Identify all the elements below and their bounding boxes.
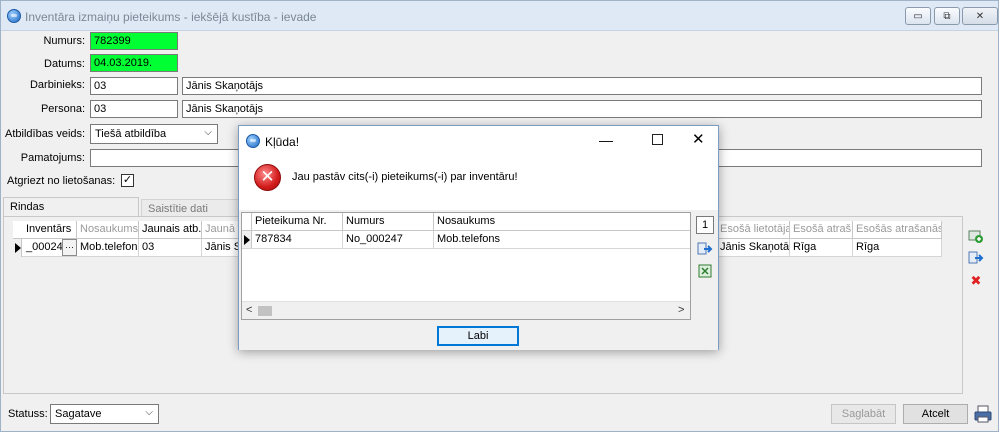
persona-label: Persona: — [40, 103, 85, 115]
col-jauna-at[interactable]: Jaunā at... — [202, 221, 242, 239]
minimize-button[interactable]: — — [599, 132, 613, 148]
current-row-indicator-icon — [244, 235, 250, 245]
cell-jaunais-atb[interactable]: 03 — [139, 239, 202, 256]
grid-corner — [242, 213, 252, 231]
lookup-ellipsis-button[interactable]: ··· — [62, 239, 77, 256]
conflict-grid: Pieteikuma Nr. Numurs Nosaukums 787834 N… — [241, 212, 691, 320]
darbinieks-label: Darbinieks: — [29, 79, 85, 91]
atbildibas-veids-value: Tiešā atbildība — [95, 128, 167, 140]
ok-button[interactable]: Labi — [437, 326, 519, 346]
atgriezt-label: Atgriezt no lietošanas: — [7, 175, 116, 187]
error-message: Jau pastāv cits(-i) pieteikums(-i) par i… — [292, 171, 518, 183]
datums-field[interactable]: 04.03.2019. — [90, 54, 178, 72]
numurs-label: Numurs: — [43, 35, 85, 47]
chevron-down-icon: ⌵ — [204, 127, 212, 138]
col-nosaukums[interactable]: Nosaukums — [77, 221, 139, 239]
row-count-badge: 1 — [696, 216, 714, 234]
tab-rindas[interactable]: Rindas — [3, 197, 139, 217]
dialog-message-area: ✕ Jau pastāv cits(-i) pieteikums(-i) par… — [239, 156, 718, 210]
pamatojums-label: Pamatojums: — [20, 152, 85, 164]
title-bar: Inventāra izmaiņu pieteikums - iekšējā k… — [1, 1, 998, 31]
app-globe-icon — [7, 9, 21, 23]
cancel-button[interactable]: Atcelt — [903, 404, 968, 424]
print-icon[interactable] — [973, 404, 993, 424]
col-esosa-lietotaja[interactable]: Esošā lietotāja... — [717, 221, 790, 239]
cell-esosas-atrasanas[interactable]: Rīga — [853, 239, 942, 256]
cell-nosaukums[interactable]: Mob.telefons — [434, 231, 690, 248]
atgriezt-checkbox[interactable]: ✓ — [121, 174, 134, 187]
close-button[interactable]: ✕ — [692, 130, 705, 148]
datums-label: Datums: — [44, 58, 85, 70]
restore-button[interactable]: ⧉ — [934, 7, 960, 25]
add-row-icon[interactable] — [967, 227, 985, 245]
cell-pieteikuma-nr[interactable]: 787834 — [252, 231, 343, 248]
col-esosa-atras[interactable]: Esošā atraš... — [790, 221, 853, 239]
close-button[interactable]: ✕ — [962, 7, 998, 25]
cell-numurs[interactable]: No_000247 — [343, 231, 434, 248]
numurs-field[interactable]: 782399 — [90, 32, 178, 50]
scroll-left-icon[interactable]: < — [246, 304, 252, 316]
atbildibas-veids-select[interactable]: Tiešā atbildība ⌵ — [90, 124, 218, 144]
horizontal-scrollbar[interactable]: < > — [242, 301, 690, 319]
row-selector[interactable] — [242, 231, 252, 249]
status-select[interactable]: Sagatave ⌵ — [50, 404, 159, 424]
export-icon[interactable] — [696, 240, 714, 258]
dialog-footer: Labi — [239, 320, 718, 350]
minimize-button[interactable]: ▭ — [905, 7, 931, 25]
excel-icon[interactable] — [696, 262, 714, 280]
col-pieteikuma-nr[interactable]: Pieteikuma Nr. — [252, 213, 343, 231]
col-jaunais-atb[interactable]: Jaunais atb... — [139, 221, 202, 239]
cell-nosaukums[interactable]: Mob.telefons — [77, 239, 139, 256]
row-selector[interactable] — [13, 239, 22, 257]
error-icon: ✕ — [254, 164, 281, 191]
error-dialog: Kļūda! — ✕ ✕ Jau pastāv cits(-i) pieteik… — [238, 125, 719, 350]
maximize-button[interactable] — [652, 134, 663, 145]
cell-inventars[interactable]: _000247 — [23, 239, 63, 256]
col-inventars[interactable]: Inventārs — [23, 221, 77, 239]
cell-jauna-at[interactable]: Jānis Ska — [202, 239, 242, 256]
persona-code-field[interactable]: 03 — [90, 100, 178, 118]
app-globe-icon — [246, 134, 260, 148]
row-divider — [242, 248, 690, 249]
current-row-indicator-icon — [15, 243, 21, 253]
col-numurs[interactable]: Numurs — [343, 213, 434, 231]
atbildibas-veids-label: Atbildības veids: — [5, 128, 86, 140]
darbinieks-name-field[interactable]: Jānis Skaņotājs — [182, 77, 982, 95]
save-button[interactable]: Saglabāt — [831, 404, 896, 424]
dialog-title: Kļūda! — [265, 135, 300, 149]
col-nosaukums[interactable]: Nosaukums — [434, 213, 690, 231]
cell-esosa-atras[interactable]: Rīga — [790, 239, 853, 256]
delete-row-icon[interactable]: ✖ — [967, 272, 985, 290]
scroll-right-icon[interactable]: > — [678, 304, 684, 316]
status-value: Sagatave — [55, 408, 102, 420]
col-esosas-atrasanas[interactable]: Esošās atrašanās... — [853, 221, 942, 239]
cell-esosa-lietotaja[interactable]: Jānis Skaņotājs — [717, 239, 790, 256]
chevron-down-icon: ⌵ — [145, 407, 153, 418]
import-icon[interactable] — [967, 249, 985, 267]
status-label: Statuss: — [8, 408, 48, 420]
darbinieks-code-field[interactable]: 03 — [90, 77, 178, 95]
scrollbar-thumb[interactable] — [258, 306, 272, 316]
window-title: Inventāra izmaiņu pieteikums - iekšējā k… — [25, 10, 317, 24]
dialog-title-bar: Kļūda! — ✕ — [239, 126, 718, 156]
persona-name-field[interactable]: Jānis Skaņotājs — [182, 100, 982, 118]
